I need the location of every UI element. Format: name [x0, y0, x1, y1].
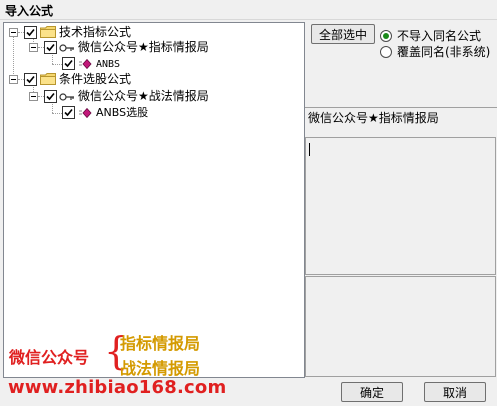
- tree-node-label[interactable]: 条件选股公式: [59, 72, 131, 86]
- collapse-toggle[interactable]: [29, 43, 38, 52]
- collapse-toggle[interactable]: [9, 28, 18, 37]
- tree-connector: [13, 35, 14, 78]
- checkbox-anbs-stock[interactable]: [62, 106, 75, 119]
- checkbox-anbs[interactable]: [62, 57, 75, 70]
- checkmark-icon: [26, 75, 35, 84]
- collapse-toggle[interactable]: [9, 75, 18, 84]
- radio-skip-duplicates[interactable]: 不导入同名公式: [380, 27, 481, 44]
- checkbox-tactics-bureau[interactable]: [44, 90, 57, 103]
- radio-label: 不导入同名公式: [397, 29, 482, 43]
- radio-selected-icon[interactable]: [380, 29, 392, 42]
- watermark-tactics-bureau: 战法情报局: [120, 359, 201, 378]
- checkmark-icon: [46, 92, 55, 101]
- window-title: 导入公式: [5, 4, 54, 18]
- radio-label: 覆盖同名(非系统): [397, 45, 491, 59]
- cancel-button[interactable]: 取消: [424, 382, 486, 402]
- key-icon: [59, 93, 74, 101]
- tree-node-label[interactable]: 微信公众号★指标情报局: [78, 40, 209, 54]
- radio-unselected-icon[interactable]: [380, 45, 392, 58]
- tree-node-label[interactable]: 微信公众号★战法情报局: [78, 89, 209, 103]
- folder-icon: [40, 73, 56, 85]
- formula-name-display: 微信公众号★指标情报局: [305, 107, 497, 137]
- key-icon: [59, 44, 74, 52]
- ok-button[interactable]: 确定: [341, 382, 403, 402]
- collapse-toggle[interactable]: [29, 92, 38, 101]
- watermark-indicator-bureau: 指标情报局: [120, 334, 201, 353]
- radio-overwrite-duplicates[interactable]: 覆盖同名(非系统): [380, 43, 490, 60]
- watermark-wechat-label: 微信公众号: [9, 348, 90, 367]
- select-all-button[interactable]: 全部选中: [311, 24, 375, 44]
- title-bar: 导入公式: [0, 0, 497, 20]
- formula-info-area: [305, 276, 496, 377]
- formula-description-area[interactable]: [305, 137, 496, 275]
- checkmark-icon: [46, 43, 55, 52]
- folder-icon: [40, 26, 56, 38]
- checkmark-icon: [64, 108, 73, 117]
- formula-icon: [79, 108, 92, 118]
- checkmark-icon: [64, 59, 73, 68]
- checkbox-indicator-bureau[interactable]: [44, 41, 57, 54]
- checkbox-tech-indicators[interactable]: [24, 26, 37, 39]
- formula-tree[interactable]: 技术指标公式 微信公众号★指标情报局 ANBS 条件选股公式 微信公众号★战法情…: [3, 22, 305, 378]
- formula-name-text: 微信公众号★指标情报局: [308, 111, 439, 125]
- tree-node-label[interactable]: ANBS选股: [96, 106, 148, 120]
- watermark-url: www.zhibiao168.com: [8, 377, 227, 398]
- checkbox-stock-selection[interactable]: [24, 73, 37, 86]
- text-caret: [309, 143, 310, 156]
- tree-node-label[interactable]: ANBS: [96, 58, 120, 72]
- tree-node-label[interactable]: 技术指标公式: [59, 25, 131, 39]
- tree-connector: [52, 113, 62, 114]
- formula-icon: [79, 59, 92, 69]
- tree-connector: [52, 64, 62, 65]
- checkmark-icon: [26, 28, 35, 37]
